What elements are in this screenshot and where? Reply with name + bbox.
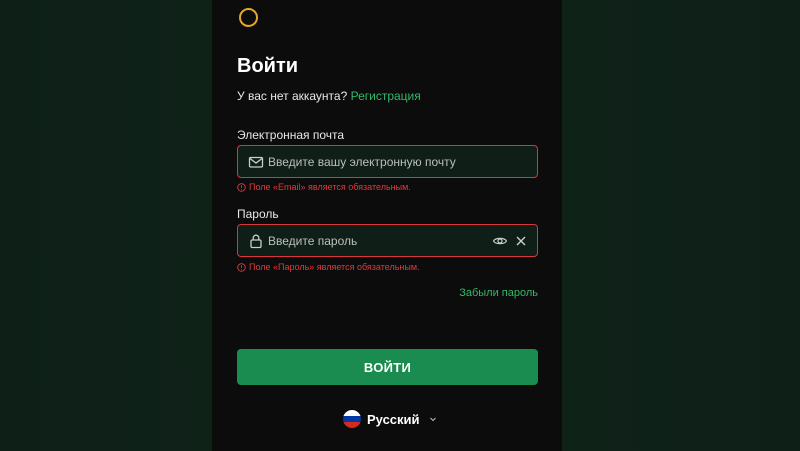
lock-icon (250, 234, 262, 249)
circle-logo-icon[interactable] (239, 8, 258, 27)
password-label: Пароль (237, 207, 279, 221)
no-account-text: У вас нет аккаунта? (237, 89, 348, 103)
email-error: Поле «Email» является обязательным. (237, 182, 411, 192)
close-icon[interactable] (513, 233, 529, 249)
alert-circle-icon (237, 182, 246, 192)
eye-icon[interactable] (492, 233, 508, 249)
email-field-wrapper (237, 145, 538, 178)
language-label: Русский (367, 411, 420, 427)
chevron-down-icon (429, 417, 436, 422)
page-title: Войти (237, 55, 299, 77)
password-field-wrapper (237, 224, 538, 257)
email-label: Электронная почта (237, 128, 345, 142)
email-input[interactable] (268, 146, 488, 177)
signup-prompt: У вас нет аккаунта? Регистрация (237, 89, 421, 103)
russia-flag-icon (343, 410, 361, 428)
password-error-text: Поле «Пароль» является обязательным. (249, 262, 420, 272)
language-selector[interactable]: Русский (343, 409, 437, 429)
email-error-text: Поле «Email» является обязательным. (249, 182, 411, 192)
login-submit-button[interactable]: ВОЙТИ (237, 349, 538, 385)
password-input[interactable] (268, 225, 488, 256)
password-error: Поле «Пароль» является обязательным. (237, 262, 420, 272)
envelope-icon (248, 156, 264, 168)
signup-link[interactable]: Регистрация (351, 89, 421, 103)
alert-circle-icon (237, 262, 246, 272)
forgot-password-link[interactable]: Забыли пароль (459, 287, 538, 299)
